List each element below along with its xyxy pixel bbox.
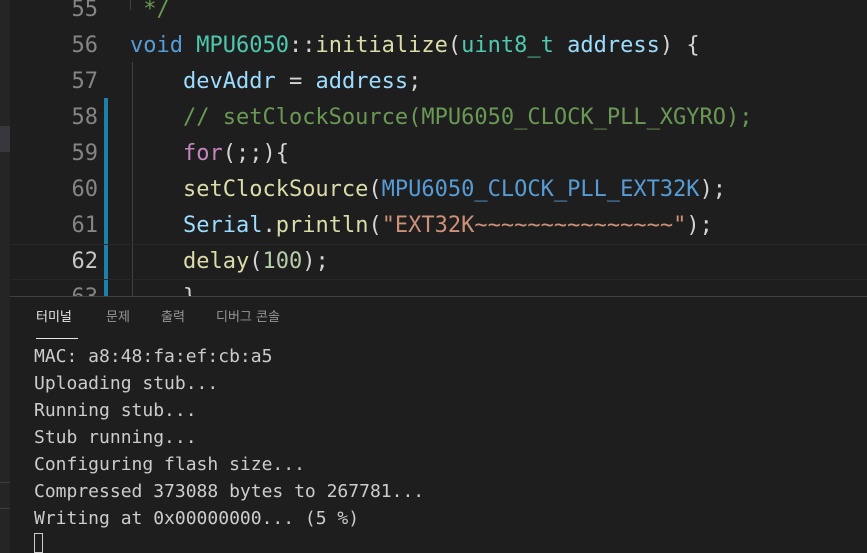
bottom-panel: 터미널 문제 출력 디버그 콘솔 MAC: a8:48:fa:ef:cb:a5 Uplo… — [10, 296, 867, 553]
code-text[interactable]: */ — [130, 0, 170, 28]
code-token: println — [275, 213, 369, 238]
line-number: 58 — [71, 105, 99, 130]
line-number: 56 — [71, 33, 99, 58]
tab-debug-console[interactable]: 디버그 콘솔 — [216, 297, 288, 339]
code-token: ); — [686, 213, 713, 238]
code-token: ( — [249, 249, 263, 274]
code-text[interactable]: setClockSource(MPU6050_CLOCK_PLL_EXT32K)… — [130, 172, 726, 208]
line-number: 57 — [71, 69, 99, 94]
line-number: 55 — [71, 0, 99, 22]
tab-label: 출력 — [161, 310, 185, 325]
terminal-line: Stub running... — [34, 427, 197, 448]
tab-terminal[interactable]: 터미널 — [36, 297, 78, 339]
code-token: devAddr — [182, 69, 276, 94]
activity-bar-active-marker — [0, 126, 10, 152]
activity-bar-divider — [0, 508, 10, 509]
code-editor[interactable]: 55 */56 void MPU6050::initialize(uint8_t … — [10, 0, 867, 296]
code-token: delay — [182, 249, 250, 274]
terminal-output[interactable]: MAC: a8:48:fa:ef:cb:a5 Uploading stub... R… — [34, 343, 854, 553]
tab-label: 터미널 — [36, 310, 72, 325]
code-token: . — [262, 213, 276, 238]
code-text[interactable]: Serial.println("EXT32K~~~~~~~~~~~~~~~"); — [130, 208, 713, 244]
code-token: ( — [368, 213, 382, 238]
code-line[interactable]: 59 for(;;){ — [10, 136, 867, 172]
terminal-line: MAC: a8:48:fa:ef:cb:a5 — [34, 346, 273, 367]
line-number: 61 — [71, 213, 99, 238]
code-token: address — [567, 33, 660, 58]
code-token: ( — [447, 33, 462, 58]
tab-output[interactable]: 출력 — [161, 297, 189, 339]
code-text[interactable]: for(;;){ — [130, 136, 289, 172]
terminal-line: Compressed 373088 bytes to 267781... — [34, 481, 425, 502]
code-token: ( — [368, 177, 382, 202]
line-number: 63 — [10, 280, 99, 296]
code-token: } — [130, 285, 196, 296]
terminal-cursor — [34, 533, 43, 553]
line-number: 59 — [71, 141, 99, 166]
terminal-line: Writing at 0x00000000... (5 %) — [34, 508, 360, 529]
code-text[interactable]: // setClockSource(MPU6050_CLOCK_PLL_XGYR… — [130, 100, 753, 136]
code-line[interactable]: 55 */ — [10, 0, 867, 28]
terminal-line: Configuring flash size... — [34, 454, 305, 475]
code-token: for — [182, 141, 223, 166]
tab-label: 디버그 콘솔 — [216, 310, 280, 325]
code-text[interactable]: } — [130, 280, 196, 296]
code-token: */ — [130, 0, 170, 22]
code-token: :: — [288, 33, 316, 58]
code-token: setClockSource — [182, 177, 369, 202]
code-token: initialize — [315, 33, 448, 58]
code-line[interactable]: 63 } — [10, 280, 867, 296]
line-number: 62 — [71, 249, 99, 274]
activity-bar-divider — [0, 482, 10, 483]
code-line[interactable]: 61 Serial.println("EXT32K~~~~~~~~~~~~~~~… — [10, 208, 867, 244]
terminal-line: Running stub... — [34, 400, 197, 421]
code-token: address — [315, 69, 409, 94]
code-token: ; — [408, 69, 422, 94]
active-tab-underline — [36, 338, 78, 339]
code-token: (;;){ — [222, 141, 289, 166]
code-token: ) { — [659, 33, 700, 58]
code-token: 100 — [262, 249, 303, 274]
code-token: // setClockSource(MPU6050_CLOCK_PLL_XGYR… — [182, 105, 753, 130]
code-line[interactable]: 62 delay(100); — [10, 244, 867, 280]
code-token: MPU6050_CLOCK_PLL_EXT32K — [381, 177, 700, 202]
panel-tab-bar: 터미널 문제 출력 디버그 콘솔 — [10, 297, 867, 339]
code-text[interactable]: delay(100); — [130, 244, 329, 280]
code-text[interactable]: devAddr = address; — [130, 64, 421, 100]
tab-problems[interactable]: 문제 — [106, 297, 134, 339]
code-line[interactable]: 56 void MPU6050::initialize(uint8_t addre… — [10, 28, 867, 64]
code-token: uint8_t — [461, 33, 554, 58]
terminal-line: Uploading stub... — [34, 373, 219, 394]
code-line[interactable]: 58 // setClockSource(MPU6050_CLOCK_PLL_X… — [10, 100, 867, 136]
code-token: ); — [302, 249, 329, 274]
code-text[interactable]: void MPU6050::initialize(uint8_t address… — [130, 28, 700, 64]
code-token: Serial — [182, 213, 263, 238]
code-line[interactable]: 60 setClockSource(MPU6050_CLOCK_PLL_EXT3… — [10, 172, 867, 208]
vscode-window: 55 */56 void MPU6050::initialize(uint8_t … — [0, 0, 867, 553]
code-token: MPU6050 — [196, 33, 289, 58]
code-line[interactable]: 57 devAddr = address; — [10, 64, 867, 100]
code-token: = — [275, 69, 316, 94]
code-token: ); — [699, 177, 727, 202]
code-token: void — [130, 33, 183, 58]
code-token: "EXT32K~~~~~~~~~~~~~~~" — [381, 213, 687, 238]
line-number: 60 — [71, 177, 99, 202]
activity-bar-edge — [0, 0, 10, 553]
tab-label: 문제 — [106, 310, 130, 325]
